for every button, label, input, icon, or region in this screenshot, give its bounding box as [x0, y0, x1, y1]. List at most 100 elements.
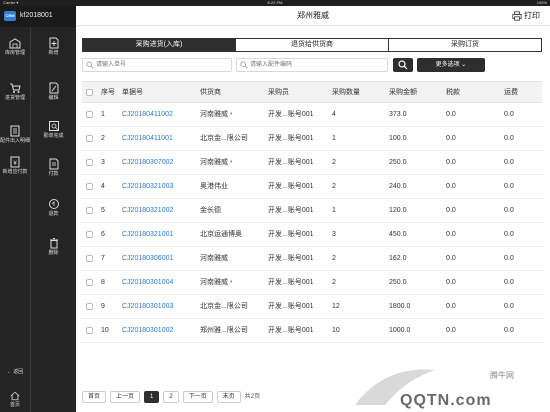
row-quantity: 1	[332, 135, 336, 142]
complete-order-button[interactable]: 勤单完成	[31, 120, 76, 139]
sidebar-item-purchase[interactable]: 进货管理	[0, 82, 30, 101]
list-icon	[10, 125, 20, 137]
table-row[interactable]: 1 CJ20180411002 河南雅威 • 开发...账号001 4 373.…	[82, 103, 542, 127]
row-freight: 0.0	[504, 207, 514, 214]
table-row[interactable]: 3 CJ20180307002 河南雅威 • 开发...账号001 2 250.…	[82, 151, 542, 175]
row-tax: 0.0	[446, 159, 456, 166]
row-tax: 0.0	[446, 255, 456, 262]
row-order-no[interactable]: CJ20180301002	[122, 319, 202, 342]
page-2-button[interactable]: 2	[163, 391, 179, 403]
user-id: kf2018001	[20, 12, 53, 19]
last-page-button[interactable]: 末页	[216, 391, 241, 403]
row-freight: 0.0	[504, 303, 514, 310]
supplier-name: 奥港伟业	[200, 183, 228, 190]
row-order-no[interactable]: CJ20180411002	[122, 103, 202, 126]
page-1-button[interactable]: 1	[144, 391, 160, 403]
tab-return-to-supplier[interactable]: 退货给供货商	[236, 39, 389, 51]
row-order-no[interactable]: CJ20180321001	[122, 223, 202, 246]
edit-label: 编辑	[48, 95, 59, 101]
row-checkbox[interactable]	[86, 271, 96, 294]
table-row[interactable]: 6 CJ20180321001 北京运通博奥 开发...账号001 3 450.…	[82, 223, 542, 247]
table-row[interactable]: 9 CJ20180301003 北京金...限公司 开发...账号001 12 …	[82, 295, 542, 319]
row-freight: 0.0	[504, 255, 514, 262]
supplier-name: 河南雅威	[200, 159, 228, 166]
row-checkbox[interactable]	[86, 199, 96, 222]
svg-text:¥: ¥	[13, 161, 17, 167]
prev-page-button[interactable]: 上一页	[110, 391, 141, 403]
sidebar-item-warehouse[interactable]: 库房管理	[0, 37, 30, 56]
row-checkbox[interactable]	[86, 175, 96, 198]
row-buyer: 开发...账号001	[268, 231, 314, 238]
refund-label: 退款	[48, 211, 59, 217]
row-checkbox[interactable]	[86, 103, 96, 126]
delete-button[interactable]: 删除	[31, 237, 76, 256]
order-number-input[interactable]	[83, 59, 231, 71]
header-order-no: 单据号	[122, 89, 143, 96]
row-order-no[interactable]: CJ20180301004	[122, 271, 202, 294]
add-label: 新增	[48, 50, 59, 56]
row-buyer: 开发...账号001	[268, 183, 314, 190]
sidebar-item-new-payable[interactable]: ¥ 新增应付款	[0, 156, 30, 175]
row-supplier: 河南雅威 •	[200, 151, 268, 174]
row-quantity: 3	[332, 231, 336, 238]
row-checkbox[interactable]	[86, 295, 96, 318]
table-row[interactable]: 4 CJ20180321003 奥港伟业 开发...账号001 2 240.0 …	[82, 175, 542, 199]
add-button[interactable]: 新增	[31, 37, 76, 56]
row-tax: 0.0	[446, 207, 456, 214]
sidebar-item-parts-detail[interactable]: 配件出入明细	[0, 125, 30, 144]
row-checkbox[interactable]	[86, 127, 96, 150]
row-order-no[interactable]: CJ20180306001	[122, 247, 202, 270]
refund-icon	[48, 199, 59, 209]
table-row[interactable]: 8 CJ20180301004 河南雅威 • 开发...账号001 2 250.…	[82, 271, 542, 295]
pay-button[interactable]: 付款	[31, 158, 76, 177]
row-checkbox[interactable]	[86, 223, 96, 246]
check-icon	[48, 121, 59, 131]
next-page-button[interactable]: 下一页	[182, 391, 213, 403]
more-options-button[interactable]: 更多选项 ⌄	[417, 58, 485, 72]
complete-order-label: 勤单完成	[43, 133, 64, 139]
back-button[interactable]: ← 返回	[0, 368, 30, 386]
part-code-input[interactable]	[237, 59, 387, 71]
row-buyer: 开发...账号001	[268, 159, 314, 166]
row-order-no[interactable]: CJ20180321003	[122, 175, 202, 198]
table-row[interactable]: 10 CJ20180301002 郑州雅...限公司 开发...账号001 10…	[82, 319, 542, 343]
row-amount: 162.0	[389, 255, 407, 262]
row-order-no[interactable]: CJ20180411001	[122, 127, 202, 150]
row-order-no[interactable]: CJ20180307002	[122, 151, 202, 174]
row-buyer: 开发...账号001	[268, 327, 314, 334]
home-button[interactable]: 首页	[0, 391, 30, 412]
payment-icon: ¥	[10, 156, 20, 168]
row-checkbox[interactable]	[86, 151, 96, 174]
select-all-checkbox[interactable]	[86, 82, 96, 104]
home-icon	[10, 391, 20, 401]
trash-icon	[49, 238, 58, 249]
row-quantity: 2	[332, 255, 336, 262]
row-seq: 9	[101, 303, 105, 310]
row-checkbox[interactable]	[86, 319, 96, 342]
search-icon	[240, 61, 248, 69]
search-button[interactable]	[393, 58, 413, 72]
row-amount: 1800.0	[389, 303, 411, 310]
supplier-name: 河南雅威	[200, 111, 228, 118]
row-amount: 250.0	[389, 279, 407, 286]
header-quantity: 采购数量	[332, 89, 360, 96]
row-tax: 0.0	[446, 327, 456, 334]
row-checkbox[interactable]	[86, 247, 96, 270]
row-buyer: 开发...账号001	[268, 111, 314, 118]
tab-purchase-order[interactable]: 采购订货	[389, 39, 541, 51]
first-page-button[interactable]: 首页	[82, 391, 107, 403]
row-freight: 0.0	[504, 183, 514, 190]
refund-button[interactable]: 退款	[31, 198, 76, 217]
row-order-no[interactable]: CJ20180321002	[122, 199, 202, 222]
tab-purchase-stock-in[interactable]: 采购进货(入库)	[83, 39, 236, 51]
table-row[interactable]: 2 CJ20180411001 北京金...限公司 开发...账号001 1 1…	[82, 127, 542, 151]
print-button[interactable]: 打印	[512, 6, 540, 26]
row-order-no[interactable]: CJ20180301003	[122, 295, 202, 318]
edit-button[interactable]: 编辑	[31, 82, 76, 101]
row-tax: 0.0	[446, 135, 456, 142]
table-row[interactable]: 5 CJ20180321002 金长德 开发...账号001 1 120.0 0…	[82, 199, 542, 223]
row-freight: 0.0	[504, 135, 514, 142]
table-row[interactable]: 7 CJ20180306001 河南雅威 开发...账号001 2 162.0 …	[82, 247, 542, 271]
print-label: 打印	[524, 11, 540, 20]
row-tax: 0.0	[446, 231, 456, 238]
